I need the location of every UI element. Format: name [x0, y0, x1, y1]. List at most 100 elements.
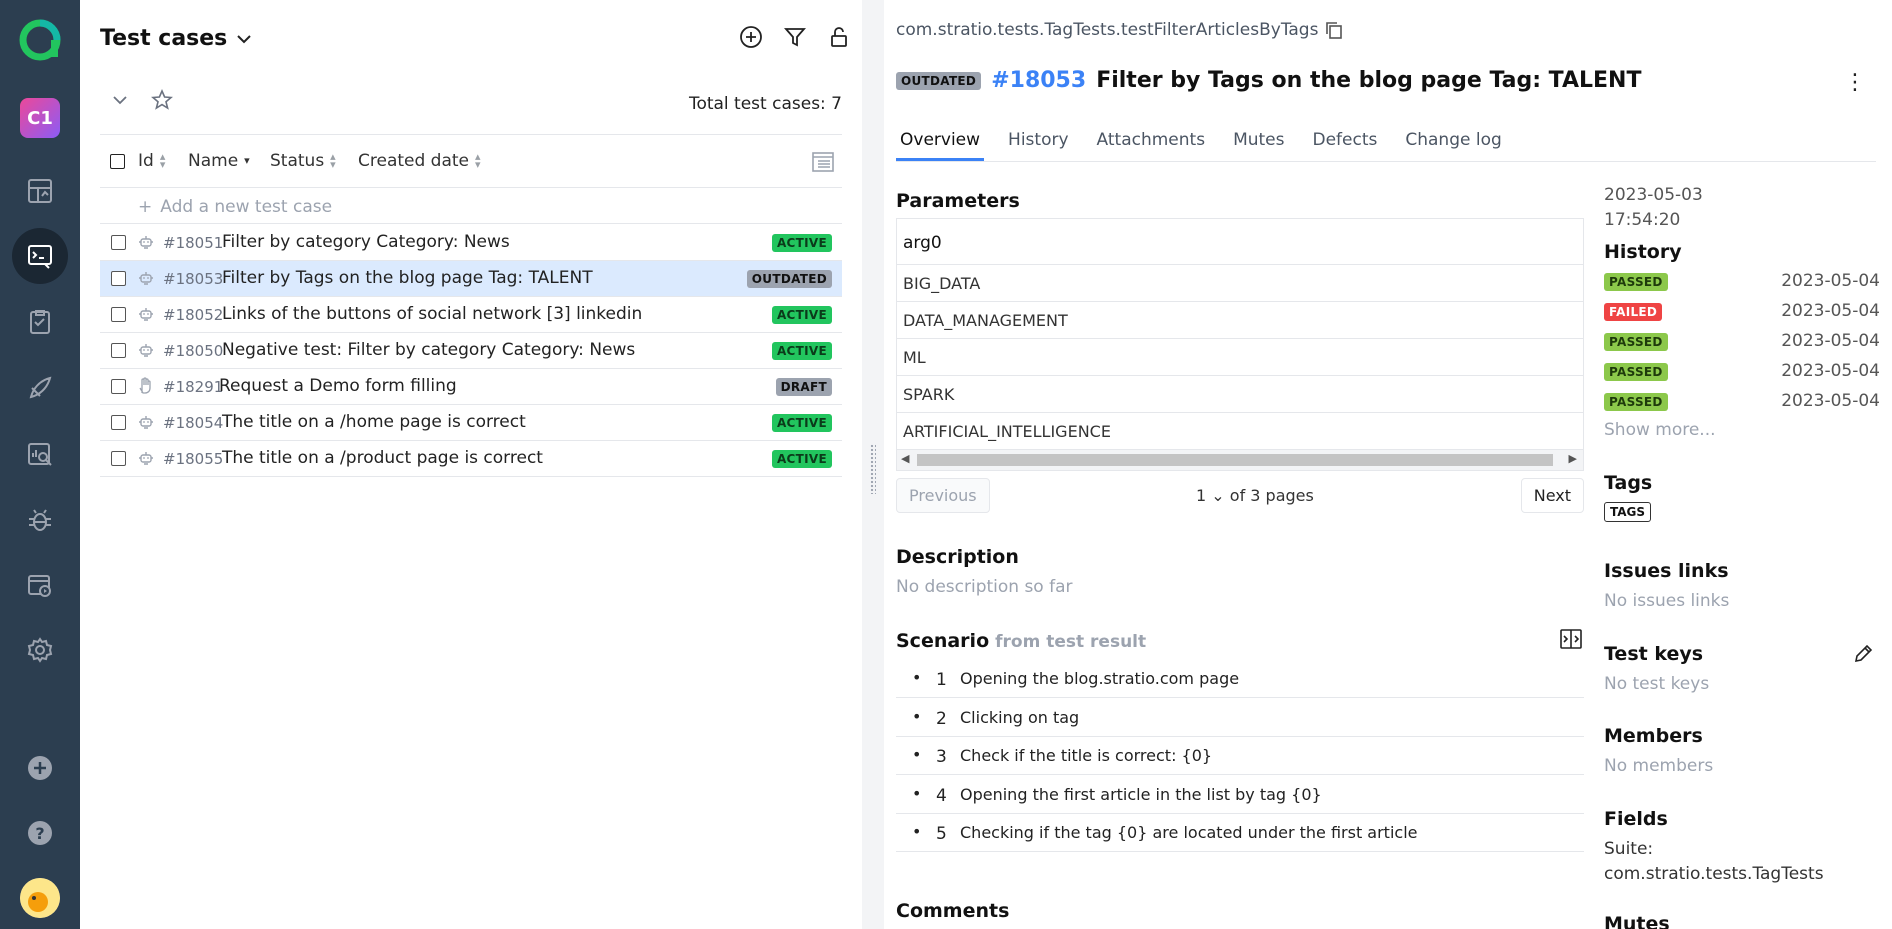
star-icon[interactable]: [150, 88, 174, 112]
test-case-name[interactable]: Filter by category Category: News: [222, 232, 510, 252]
row-checkbox[interactable]: [111, 451, 126, 466]
table-row[interactable]: #18291 Request a Demo form filling DRAFT: [100, 369, 842, 405]
tab-change-log[interactable]: Change log: [1401, 126, 1505, 161]
test-case-name[interactable]: The title on a /product page is correct: [222, 448, 543, 468]
column-created-date[interactable]: Created date ▴ ▾: [358, 151, 481, 171]
scenario-step[interactable]: • 1 Opening the blog.stratio.com page: [896, 660, 1584, 698]
scenario-step[interactable]: • 2 Clicking on tag: [896, 699, 1584, 737]
row-checkbox[interactable]: [111, 379, 126, 394]
filter-button[interactable]: [782, 24, 808, 50]
nav-settings[interactable]: [12, 622, 68, 678]
table-row[interactable]: #18052 Links of the buttons of social net…: [100, 297, 842, 333]
test-case-name[interactable]: Links of the buttons of social network […: [222, 304, 642, 324]
parameters-header: arg0: [897, 219, 1583, 265]
row-checkbox[interactable]: [111, 235, 126, 250]
next-page-button[interactable]: Next: [1520, 478, 1584, 513]
scroll-left-icon[interactable]: ◀: [901, 452, 909, 465]
tab-history[interactable]: History: [1004, 126, 1072, 161]
project-avatar[interactable]: C1: [20, 98, 60, 138]
step-text: Opening the first article in the list by…: [960, 784, 1322, 804]
tags-title: Tags: [1604, 472, 1653, 494]
nav-test-plans[interactable]: [12, 294, 68, 350]
column-settings-icon[interactable]: [810, 149, 836, 175]
history-row[interactable]: FAILED 2023-05-04: [1604, 300, 1880, 324]
history-date: 2023-05-04: [1781, 361, 1880, 381]
row-checkbox[interactable]: [111, 415, 126, 430]
chevron-down-icon[interactable]: ⌄: [1211, 486, 1224, 505]
scenario-step[interactable]: • 5 Checking if the tag {0} are located un…: [896, 814, 1584, 852]
tag-chip[interactable]: TAGS: [1604, 502, 1652, 522]
nav-analytics[interactable]: [12, 426, 68, 482]
table-row[interactable]: #18054 The title on a /home page is corre…: [100, 405, 842, 441]
issues-title: Issues links: [1604, 560, 1729, 582]
page-select[interactable]: 1: [1196, 486, 1206, 505]
history-row[interactable]: PASSED 2023-05-04: [1604, 270, 1880, 294]
test-case-id: #18053: [163, 270, 224, 288]
step-number: 5: [936, 824, 947, 844]
nav-defects[interactable]: [12, 492, 68, 548]
launches-icon: [29, 376, 52, 399]
automated-robot-icon: [137, 449, 155, 467]
history-row[interactable]: PASSED 2023-05-04: [1604, 330, 1880, 354]
edit-pencil-icon[interactable]: [1852, 643, 1874, 665]
collapse-chevron-icon[interactable]: [110, 90, 130, 110]
row-checkbox[interactable]: [111, 271, 126, 286]
column-id[interactable]: Id ▴ ▾: [138, 151, 165, 171]
parameter-value-row: SPARK: [897, 376, 1583, 413]
test-case-name[interactable]: Filter by Tags on the blog page Tag: TAL…: [222, 268, 593, 288]
column-name[interactable]: Name ▾: [188, 151, 250, 171]
panel-splitter[interactable]: [862, 0, 884, 929]
tab-mutes[interactable]: Mutes: [1229, 126, 1288, 161]
scenario-toggle-icon[interactable]: [1558, 626, 1584, 652]
scrollbar-thumb[interactable]: [917, 454, 1553, 466]
nav-dashboard[interactable]: [12, 163, 68, 219]
table-row[interactable]: #18050 Negative test: Filter by category …: [100, 333, 842, 369]
allure-logo-icon[interactable]: [18, 18, 62, 62]
automated-robot-icon: [137, 233, 155, 251]
table-row[interactable]: #18055 The title on a /product page is co…: [100, 441, 842, 477]
analytics-icon: [28, 443, 52, 466]
more-options-icon[interactable]: ⋮: [1844, 70, 1866, 95]
tab-defects[interactable]: Defects: [1309, 126, 1382, 161]
nav-help[interactable]: ?: [12, 805, 68, 861]
table-row[interactable]: #18051 Filter by category Category: News A…: [100, 225, 842, 261]
row-checkbox[interactable]: [111, 307, 126, 322]
tab-overview[interactable]: Overview: [896, 126, 985, 161]
parameters-table: arg0 BIG_DATA DATA_MANAGEMENT ML SPARK ARTIF…: [896, 218, 1584, 471]
fields-title: Fields: [1604, 808, 1668, 830]
add-test-case-button[interactable]: [738, 24, 764, 50]
step-text: Checking if the tag {0} are located unde…: [960, 823, 1418, 842]
scenario-step[interactable]: • 3 Check if the title is correct: {0}: [896, 737, 1584, 775]
parameters-pagination: Previous 1 ⌄ of 3 pages Next: [896, 478, 1584, 514]
bullet-icon: •: [912, 745, 922, 764]
show-more-link[interactable]: Show more...: [1604, 420, 1716, 440]
user-avatar[interactable]: [20, 878, 60, 918]
horizontal-scrollbar[interactable]: ◀ ▶: [897, 450, 1583, 470]
column-status[interactable]: Status ▴ ▾: [270, 151, 336, 171]
history-row[interactable]: PASSED 2023-05-04: [1604, 390, 1880, 414]
add-test-case-row[interactable]: + Add a new test case: [100, 190, 842, 224]
tab-attachments[interactable]: Attachments: [1093, 126, 1210, 161]
nav-jobs[interactable]: [12, 557, 68, 613]
nav-test-cases[interactable]: [12, 228, 68, 284]
row-checkbox[interactable]: [111, 343, 126, 358]
table-row[interactable]: #18053 Filter by Tags on the blog page Ta…: [100, 261, 842, 297]
history-row[interactable]: PASSED 2023-05-04: [1604, 360, 1880, 384]
test-case-name[interactable]: Negative test: Filter by category Catego…: [222, 340, 635, 360]
test-case-name[interactable]: The title on a /home page is correct: [222, 412, 526, 432]
lock-button[interactable]: [826, 24, 852, 50]
nav-launches[interactable]: [12, 360, 68, 416]
previous-page-button[interactable]: Previous: [896, 478, 990, 513]
copy-icon[interactable]: [1324, 20, 1344, 40]
drag-handle-icon[interactable]: [870, 444, 876, 494]
nav-add[interactable]: [12, 740, 68, 796]
test-case-name[interactable]: Request a Demo form filling: [219, 376, 457, 396]
scroll-right-icon[interactable]: ▶: [1569, 452, 1577, 465]
history-date: 2023-05-04: [1781, 331, 1880, 351]
test-cases-title[interactable]: Test cases: [100, 26, 253, 51]
scenario-step[interactable]: • 4 Opening the first article in the list …: [896, 776, 1584, 814]
step-number: 4: [936, 785, 947, 806]
automated-robot-icon: [137, 269, 155, 287]
select-all-checkbox[interactable]: [110, 154, 125, 169]
svg-text:?: ?: [35, 824, 44, 843]
